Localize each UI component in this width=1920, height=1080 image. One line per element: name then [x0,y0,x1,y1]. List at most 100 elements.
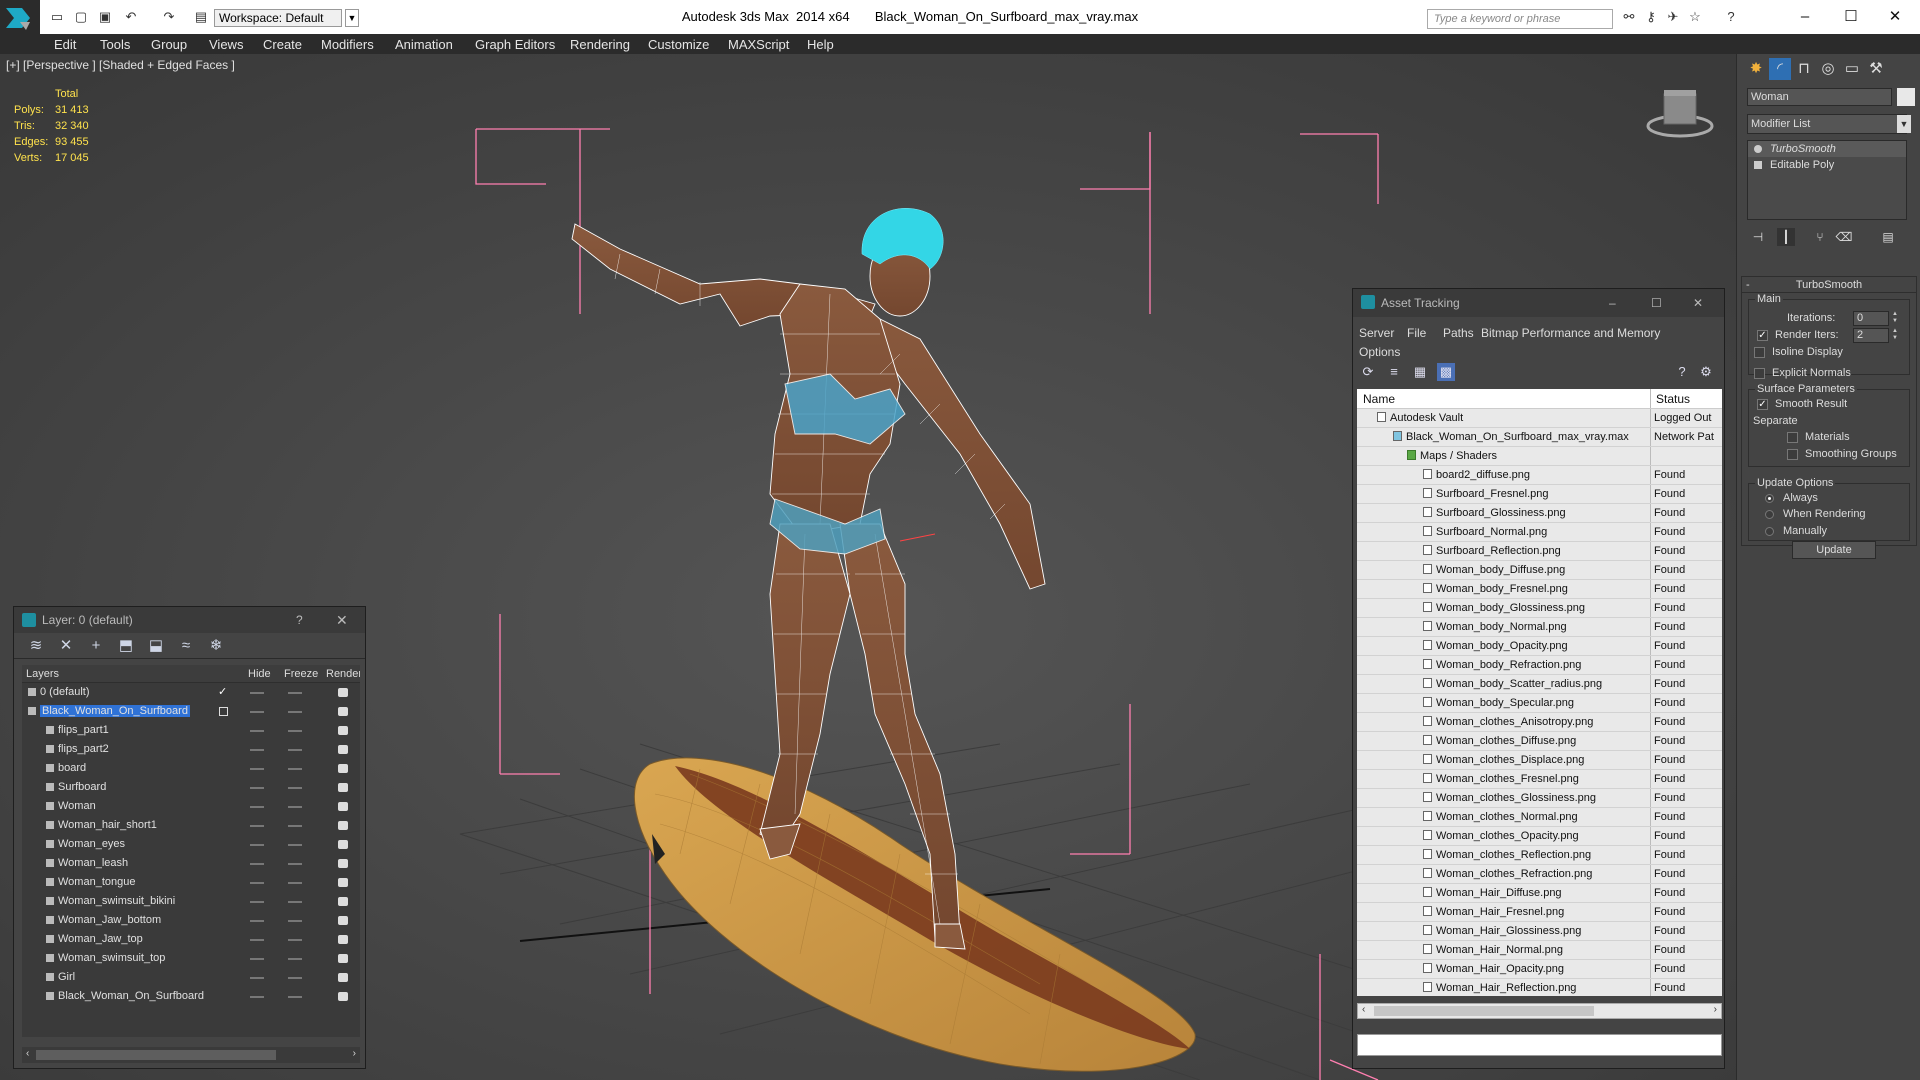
configure-modifier-sets-icon[interactable]: ▤ [1879,228,1897,246]
close-icon[interactable]: ✕ [336,607,348,633]
render-toggle-icon[interactable] [338,878,348,887]
asset-row[interactable]: Woman_clothes_Anisotropy.png Found [1357,713,1722,732]
asset-path-field[interactable] [1357,1034,1722,1056]
freeze-toggle-icon[interactable] [288,996,302,998]
layer-row[interactable]: Woman_eyes [22,835,360,854]
freeze-toggle-icon[interactable] [288,730,302,732]
freeze-toggle-icon[interactable] [288,920,302,922]
satellite-icon[interactable]: ✈ [1664,8,1682,26]
render-toggle-icon[interactable] [338,935,348,944]
asset-row[interactable]: Woman_clothes_Glossiness.png Found [1357,789,1722,808]
layer-row[interactable]: Black_Woman_On_Surfboard [22,702,360,721]
render-toggle-icon[interactable] [338,707,348,716]
freeze-toggle-icon[interactable] [288,692,302,694]
display-tab-icon[interactable]: ▭ [1841,58,1863,80]
render-toggle-icon[interactable] [338,859,348,868]
iterations-spinner[interactable]: 0 [1853,311,1889,326]
redo-icon[interactable]: ↷ [160,8,178,26]
asset-row[interactable]: Woman_Hair_Diffuse.png Found [1357,884,1722,903]
asset-row[interactable]: Surfboard_Reflection.png Found [1357,542,1722,561]
menu-help[interactable]: Help [807,37,834,52]
layer-row[interactable]: Girl [22,968,360,987]
layer-row[interactable]: Woman_Jaw_top [22,930,360,949]
hide-toggle-icon[interactable] [250,958,264,960]
scroll-right-icon[interactable]: › [353,1048,356,1059]
create-tab-icon[interactable]: ✸ [1745,58,1767,80]
asset-row[interactable]: Woman_body_Normal.png Found [1357,618,1722,637]
chevron-down-icon[interactable]: ▼ [345,9,359,27]
asset-row[interactable]: Maps / Shaders [1357,447,1722,466]
stack-item-turbosmooth[interactable]: TurboSmooth [1748,141,1906,157]
asset-row[interactable]: Woman_clothes_Reflection.png Found [1357,846,1722,865]
help-icon[interactable]: ? [1673,363,1691,381]
app-logo-button[interactable] [0,0,40,36]
render-toggle-icon[interactable] [338,764,348,773]
layer-row[interactable]: Woman_swimsuit_top [22,949,360,968]
scroll-left-icon[interactable]: ‹ [1362,1004,1365,1015]
render-toggle-icon[interactable] [338,726,348,735]
make-unique-icon[interactable]: ⑂ [1811,228,1829,246]
highlight-layer-icon[interactable]: ⬓ [146,637,166,655]
utilities-tab-icon[interactable]: ⚒ [1865,58,1887,80]
column-render[interactable]: Render [326,668,360,680]
freeze-toggle-icon[interactable] [288,825,302,827]
spinner-arrows-icon[interactable]: ▲ ▼ [1891,311,1899,326]
scroll-left-icon[interactable]: ‹ [26,1048,29,1059]
freeze-toggle-icon[interactable] [288,882,302,884]
layer-row[interactable]: 0 (default) ✓ [22,683,360,702]
smoothing-groups-checkbox[interactable] [1787,449,1798,460]
horizontal-scrollbar[interactable]: ‹ › [22,1047,360,1063]
chevron-down-icon[interactable]: ▼ [1897,115,1911,133]
help-icon[interactable]: ? [1722,8,1740,26]
asset-row[interactable]: Woman_clothes_Fresnel.png Found [1357,770,1722,789]
asset-row[interactable]: Woman_Hair_Fresnel.png Found [1357,903,1722,922]
hide-toggle-icon[interactable] [250,749,264,751]
always-radio[interactable] [1765,494,1774,503]
menu-create[interactable]: Create [263,37,302,52]
open-file-icon[interactable]: ▢ [72,8,90,26]
spinner-arrows-icon[interactable]: ▲ ▼ [1891,328,1899,343]
hide-toggle-icon[interactable] [250,939,264,941]
asset-row[interactable]: board2_diffuse.png Found [1357,466,1722,485]
list-view-icon[interactable]: ≡ [1385,363,1403,381]
asset-row[interactable]: Surfboard_Glossiness.png Found [1357,504,1722,523]
layers-stack-icon[interactable]: ≋ [26,637,46,655]
modify-tab-icon[interactable]: ◜ [1769,58,1791,80]
explicit-normals-checkbox[interactable] [1754,368,1765,379]
asset-row[interactable]: Woman_body_Scatter_radius.png Found [1357,675,1722,694]
render-toggle-icon[interactable] [338,802,348,811]
hide-toggle-icon[interactable] [250,768,264,770]
active-layer-check-icon[interactable]: ✓ [218,685,227,698]
maximize-icon[interactable]: ☐ [1651,289,1662,317]
asset-row[interactable]: Black_Woman_On_Surfboard_max_vray.max Net… [1357,428,1722,447]
freeze-all-icon[interactable]: ❄ [206,637,226,655]
asset-row[interactable]: Woman_body_Glossiness.png Found [1357,599,1722,618]
help-icon[interactable]: ? [296,607,303,633]
asset-row[interactable]: Woman_body_Opacity.png Found [1357,637,1722,656]
save-file-icon[interactable]: ▣ [96,8,114,26]
layer-row[interactable]: Woman_hair_short1 [22,816,360,835]
render-toggle-icon[interactable] [338,783,348,792]
minimize-icon[interactable]: – [1790,6,1820,28]
hide-toggle-icon[interactable] [250,882,264,884]
hide-toggle-icon[interactable] [250,806,264,808]
star-icon[interactable]: ☆ [1686,8,1704,26]
scroll-right-icon[interactable]: › [1714,1004,1717,1015]
freeze-toggle-icon[interactable] [288,787,302,789]
manually-radio[interactable] [1765,527,1774,536]
materials-checkbox[interactable] [1787,432,1798,443]
asset-row[interactable]: Woman_body_Fresnel.png Found [1357,580,1722,599]
asset-window-title-bar[interactable]: Asset Tracking – ☐ ✕ [1353,289,1724,317]
column-name[interactable]: Name [1363,392,1395,406]
collapse-icon[interactable]: - [1746,277,1750,293]
binoculars-icon[interactable]: ⚯ [1620,8,1638,26]
hide-toggle-icon[interactable] [250,711,264,713]
asset-row[interactable]: Surfboard_Normal.png Found [1357,523,1722,542]
freeze-toggle-icon[interactable] [288,768,302,770]
hierarchy-tab-icon[interactable]: ⊓ [1793,58,1815,80]
render-toggle-icon[interactable] [338,954,348,963]
hide-toggle-icon[interactable] [250,977,264,979]
select-in-layer-icon[interactable]: ⬒ [116,637,136,655]
show-end-result-icon[interactable]: ┃ [1777,228,1795,246]
bulb-icon[interactable] [1754,145,1762,153]
